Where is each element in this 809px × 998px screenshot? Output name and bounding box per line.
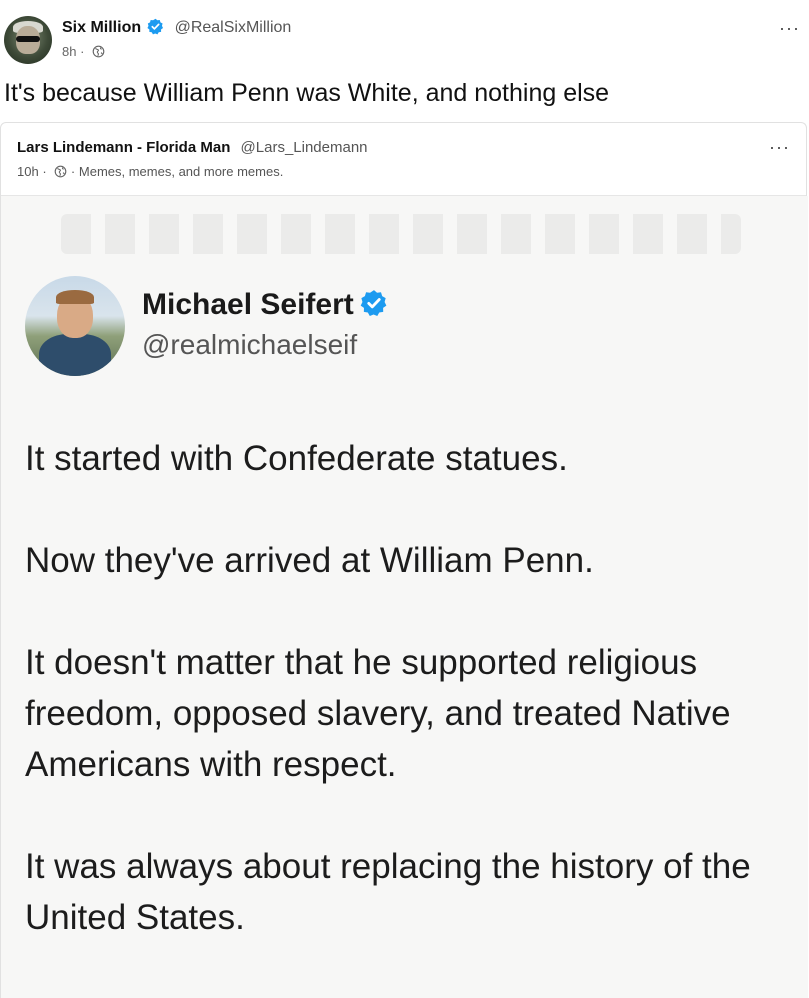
globe-icon	[54, 165, 67, 181]
post-time[interactable]: 8h	[62, 44, 76, 59]
avatar-hair	[56, 290, 94, 304]
post-meta: 8h ·	[62, 44, 105, 61]
author-name[interactable]: Six Million	[62, 19, 141, 36]
quoted-group[interactable]: Memes, memes, and more memes.	[79, 164, 283, 179]
quoted-post[interactable]: Lars Lindemann - Florida Man @Lars_Linde…	[0, 122, 808, 998]
meme-paragraph: It doesn't matter that he supported reli…	[25, 643, 731, 784]
quoted-author-name[interactable]: Lars Lindemann - Florida Man	[17, 139, 230, 156]
quoted-time[interactable]: 10h	[17, 164, 39, 179]
author-line: Six Million @RealSixMillion	[62, 18, 291, 40]
bleed-through-text	[61, 214, 741, 254]
meta-separator: ·	[80, 44, 85, 59]
meme-author-name-text: Michael Seifert	[142, 288, 354, 321]
meme-paragraph: It was always about replacing the histor…	[25, 847, 751, 937]
meme-body: It started with Confederate statues. Now…	[25, 433, 795, 943]
meme-author-name: Michael Seifert	[142, 288, 388, 325]
more-options-icon[interactable]: ···	[769, 137, 790, 158]
quoted-author-line: Lars Lindemann - Florida Man @Lars_Linde…	[17, 139, 368, 156]
meme-author-handle: @realmichaelseif	[142, 329, 358, 360]
meme-paragraph: It started with Confederate statues.	[25, 439, 568, 478]
meme-avatar	[25, 276, 125, 376]
meme-image[interactable]: Michael Seifert @realmichaelseif It star…	[1, 196, 808, 998]
quoted-meta: 10h · · Memes, memes, and more memes.	[17, 164, 283, 181]
social-post: Six Million @RealSixMillion 8h · ··· It'…	[0, 0, 809, 998]
more-options-icon[interactable]: ···	[779, 18, 800, 39]
meme-paragraph: Now they've arrived at William Penn.	[25, 541, 594, 580]
meta-separator: ·	[42, 164, 47, 179]
author-handle[interactable]: @RealSixMillion	[175, 19, 292, 36]
avatar[interactable]	[4, 16, 52, 64]
quoted-author-handle[interactable]: @Lars_Lindemann	[241, 139, 368, 156]
avatar-shirt	[39, 334, 111, 376]
verified-badge-icon	[360, 289, 388, 325]
meta-separator: ·	[70, 164, 76, 179]
post-header: Six Million @RealSixMillion 8h · ···	[4, 14, 804, 64]
globe-icon	[92, 45, 105, 61]
verified-badge-icon	[147, 18, 164, 40]
post-text: It's because William Penn was White, and…	[4, 79, 610, 107]
avatar-glasses	[16, 36, 40, 42]
